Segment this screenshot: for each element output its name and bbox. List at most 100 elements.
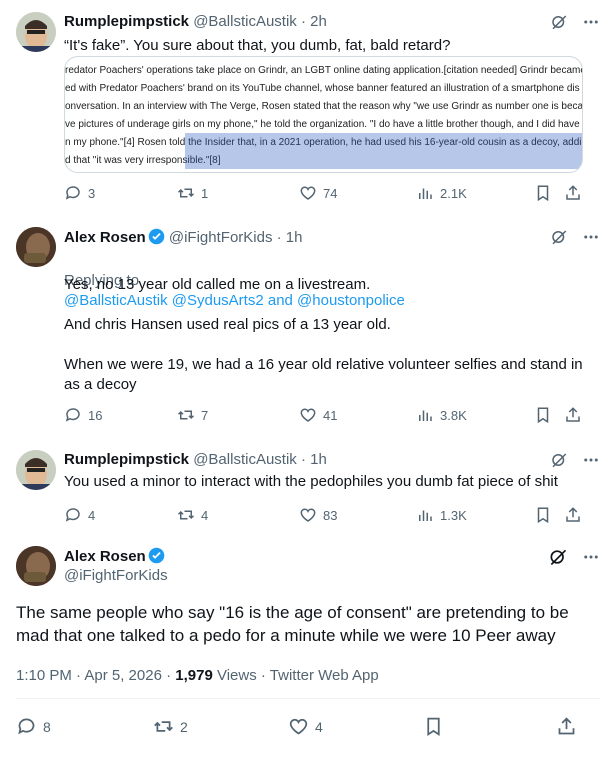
main-tweet: Alex Rosen @iFightForKids The same peopl… xyxy=(0,538,616,757)
share-button[interactable] xyxy=(564,184,582,202)
reply-icon xyxy=(65,408,80,422)
analytics-icon xyxy=(419,188,432,199)
reply-button[interactable]: 3 xyxy=(64,184,95,202)
reply-icon xyxy=(65,186,80,200)
reply-count: 4 xyxy=(88,507,96,523)
embed-line: ve pictures of underage girls on my phon… xyxy=(65,119,580,130)
bookmark-icon xyxy=(537,407,549,424)
grok-icon[interactable] xyxy=(550,228,568,246)
author-handle[interactable]: @iFightForKids xyxy=(169,229,273,246)
grok-icon[interactable] xyxy=(548,547,568,567)
avatar[interactable] xyxy=(16,546,56,586)
heart-icon xyxy=(300,508,316,522)
more-icon[interactable] xyxy=(582,548,600,566)
author-name[interactable]: Alex Rosen xyxy=(64,548,146,565)
like-count: 41 xyxy=(323,407,338,423)
reply-icon xyxy=(65,508,80,522)
views-label: Views · Twitter Web App xyxy=(212,667,379,684)
retweet-icon xyxy=(177,410,195,420)
views-count: 1,979 xyxy=(175,667,213,684)
retweet-button[interactable]: 7 xyxy=(177,406,208,424)
timestamp[interactable]: · 1h xyxy=(301,451,327,468)
like-button[interactable]: 41 xyxy=(299,406,337,424)
reply-count: 16 xyxy=(88,407,103,423)
author-name[interactable]: Rumplepimpstick xyxy=(64,451,189,468)
share-button[interactable] xyxy=(564,506,582,524)
heart-icon xyxy=(300,408,316,422)
retweet-icon xyxy=(154,721,173,732)
avatar[interactable] xyxy=(16,227,56,267)
grok-icon[interactable] xyxy=(550,451,568,469)
bookmark-icon xyxy=(537,507,549,524)
reply-count: 3 xyxy=(88,185,96,201)
share-icon xyxy=(566,407,580,422)
share-button[interactable] xyxy=(556,716,577,737)
avatar[interactable] xyxy=(16,450,56,490)
reply-icon xyxy=(18,718,35,735)
bookmark-icon xyxy=(427,717,440,737)
heart-icon xyxy=(289,718,308,735)
avatar-image xyxy=(16,227,56,267)
grok-icon[interactable] xyxy=(550,13,568,31)
retweet-button[interactable]: 1 xyxy=(177,184,208,202)
views-button[interactable]: 3.8K xyxy=(416,406,467,424)
like-count: 74 xyxy=(323,185,338,201)
retweet-icon xyxy=(177,510,195,520)
verified-badge-icon xyxy=(148,547,165,568)
reply-count: 8 xyxy=(43,718,51,735)
bookmark-button[interactable] xyxy=(534,506,552,524)
more-icon[interactable] xyxy=(582,228,600,246)
analytics-icon xyxy=(419,410,432,421)
bookmark-button[interactable] xyxy=(534,406,552,424)
author-name[interactable]: Rumplepimpstick xyxy=(64,13,189,30)
reply-button[interactable]: 4 xyxy=(64,506,95,524)
tweet-1[interactable]: Rumplepimpstick @BallsticAustik · 2h “It… xyxy=(0,0,616,210)
retweet-button[interactable]: 2 xyxy=(153,716,188,737)
divider xyxy=(16,698,600,699)
author-handle[interactable]: @iFightForKids xyxy=(64,567,168,584)
retweet-count: 7 xyxy=(201,407,209,423)
views-button[interactable]: 2.1K xyxy=(416,184,467,202)
retweet-button[interactable]: 4 xyxy=(177,506,208,524)
reply-button[interactable]: 8 xyxy=(16,716,51,737)
author-handle[interactable]: @BallsticAustik xyxy=(193,451,297,468)
embed-line: onversation. In an interview with The Ve… xyxy=(65,101,583,112)
more-icon[interactable] xyxy=(582,451,600,469)
bookmark-button[interactable] xyxy=(534,184,552,202)
embedded-image[interactable]: redator Poachers' operations take place … xyxy=(64,56,583,173)
avatar-image xyxy=(16,12,56,52)
like-button[interactable]: 74 xyxy=(299,184,337,202)
timestamp[interactable]: · 2h xyxy=(301,13,327,30)
avatar[interactable] xyxy=(16,12,56,52)
verified-badge-icon xyxy=(148,228,165,249)
like-button[interactable]: 4 xyxy=(288,716,323,737)
bookmark-icon xyxy=(537,185,549,202)
share-button[interactable] xyxy=(564,406,582,424)
view-count: 2.1K xyxy=(440,185,467,201)
reply-button[interactable]: 16 xyxy=(64,406,102,424)
author-handle[interactable]: @BallsticAustik xyxy=(193,13,297,30)
tweet-text: “It's fake”. You sure about that, you du… xyxy=(64,37,451,54)
retweet-count: 1 xyxy=(201,185,209,201)
bookmark-button[interactable] xyxy=(423,716,444,737)
embed-line: redator Poachers' operations take place … xyxy=(65,65,583,76)
post-time[interactable]: 1:10 PM · Apr 5, 2026 · xyxy=(16,667,175,684)
avatar-image xyxy=(16,450,56,490)
embed-line: ed with Predator Poachers' brand on its … xyxy=(65,83,580,94)
timestamp[interactable]: · 1h xyxy=(277,229,303,246)
author-name[interactable]: Alex Rosen xyxy=(64,229,146,246)
like-count: 4 xyxy=(315,718,323,735)
more-icon[interactable] xyxy=(582,13,600,31)
tweet-text: The same people who say "16 is the age o… xyxy=(16,603,569,645)
tweet-2[interactable]: Alex Rosen @iFightForKids · 1h Replying … xyxy=(0,215,616,440)
share-icon xyxy=(558,717,575,735)
retweet-count: 4 xyxy=(201,507,209,523)
heart-icon xyxy=(300,186,316,200)
share-icon xyxy=(566,507,580,522)
views-button[interactable]: 1.3K xyxy=(416,506,467,524)
analytics-icon xyxy=(419,510,432,521)
tweet-text: You used a minor to interact with the pe… xyxy=(64,473,558,490)
tweet-3[interactable]: Rumplepimpstick @BallsticAustik · 1h You… xyxy=(0,438,616,538)
tweet-text: Yes, no 13 year old called me on a lives… xyxy=(64,276,583,393)
like-button[interactable]: 83 xyxy=(299,506,337,524)
